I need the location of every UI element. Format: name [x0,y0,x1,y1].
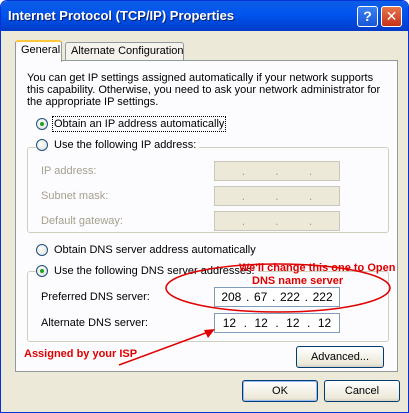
use-following-dns-option[interactable]: Use the following DNS server addresses: [36,265,258,277]
cancel-button[interactable]: Cancel [324,380,400,402]
default-gateway-label: Default gateway: [41,215,123,227]
obtain-dns-auto-option[interactable]: Obtain DNS server address automatically [36,244,256,256]
default-gateway-field: ... [214,211,340,231]
obtain-ip-auto-label: Obtain an IP address automatically [51,116,227,132]
opendns-annotation-line1: We'll change this one to Open [239,262,396,274]
window-title: Internet Protocol (TCP/IP) Properties [8,8,235,23]
radio-button-icon[interactable] [36,139,48,151]
preferred-dns-field[interactable]: 208. 67. 222. 222 [214,287,340,307]
subnet-mask-label: Subnet mask: [41,190,109,202]
ok-button[interactable]: OK [242,380,318,402]
use-following-ip-label: Use the following IP address: [54,139,197,151]
isp-annotation: Assigned by your ISP [24,348,138,360]
properties-dialog: Internet Protocol (TCP/IP) Properties ? … [0,0,409,413]
tab-general[interactable]: General [15,40,62,62]
ip-address-label: IP address: [41,165,97,177]
tab-alternate-configuration[interactable]: Alternate Configuration [65,42,184,61]
help-button[interactable]: ? [357,6,378,27]
use-following-ip-option[interactable]: Use the following IP address: [36,139,200,151]
subnet-mask-field: ... [214,186,340,206]
title-bar[interactable]: Internet Protocol (TCP/IP) Properties ? … [1,1,408,31]
advanced-button[interactable]: Advanced... [296,346,384,368]
alternate-dns-label: Alternate DNS server: [41,317,148,329]
opendns-annotation-line2: DNS name server [252,275,344,287]
preferred-dns-label: Preferred DNS server: [41,291,150,303]
alternate-dns-field[interactable]: 12. 12. 12. 12 [214,313,340,333]
intro-text: You can get IP settings assigned automat… [27,72,381,108]
obtain-dns-auto-label: Obtain DNS server address automatically [54,244,256,256]
ip-address-field: ... [214,161,340,181]
radio-button-checked-icon[interactable] [36,118,48,130]
use-following-dns-label: Use the following DNS server addresses: [54,265,255,277]
close-button[interactable]: ✕ [381,6,402,27]
radio-button-icon[interactable] [36,244,48,256]
obtain-ip-auto-option[interactable]: Obtain an IP address automatically [36,116,227,132]
radio-button-checked-icon[interactable] [36,265,48,277]
